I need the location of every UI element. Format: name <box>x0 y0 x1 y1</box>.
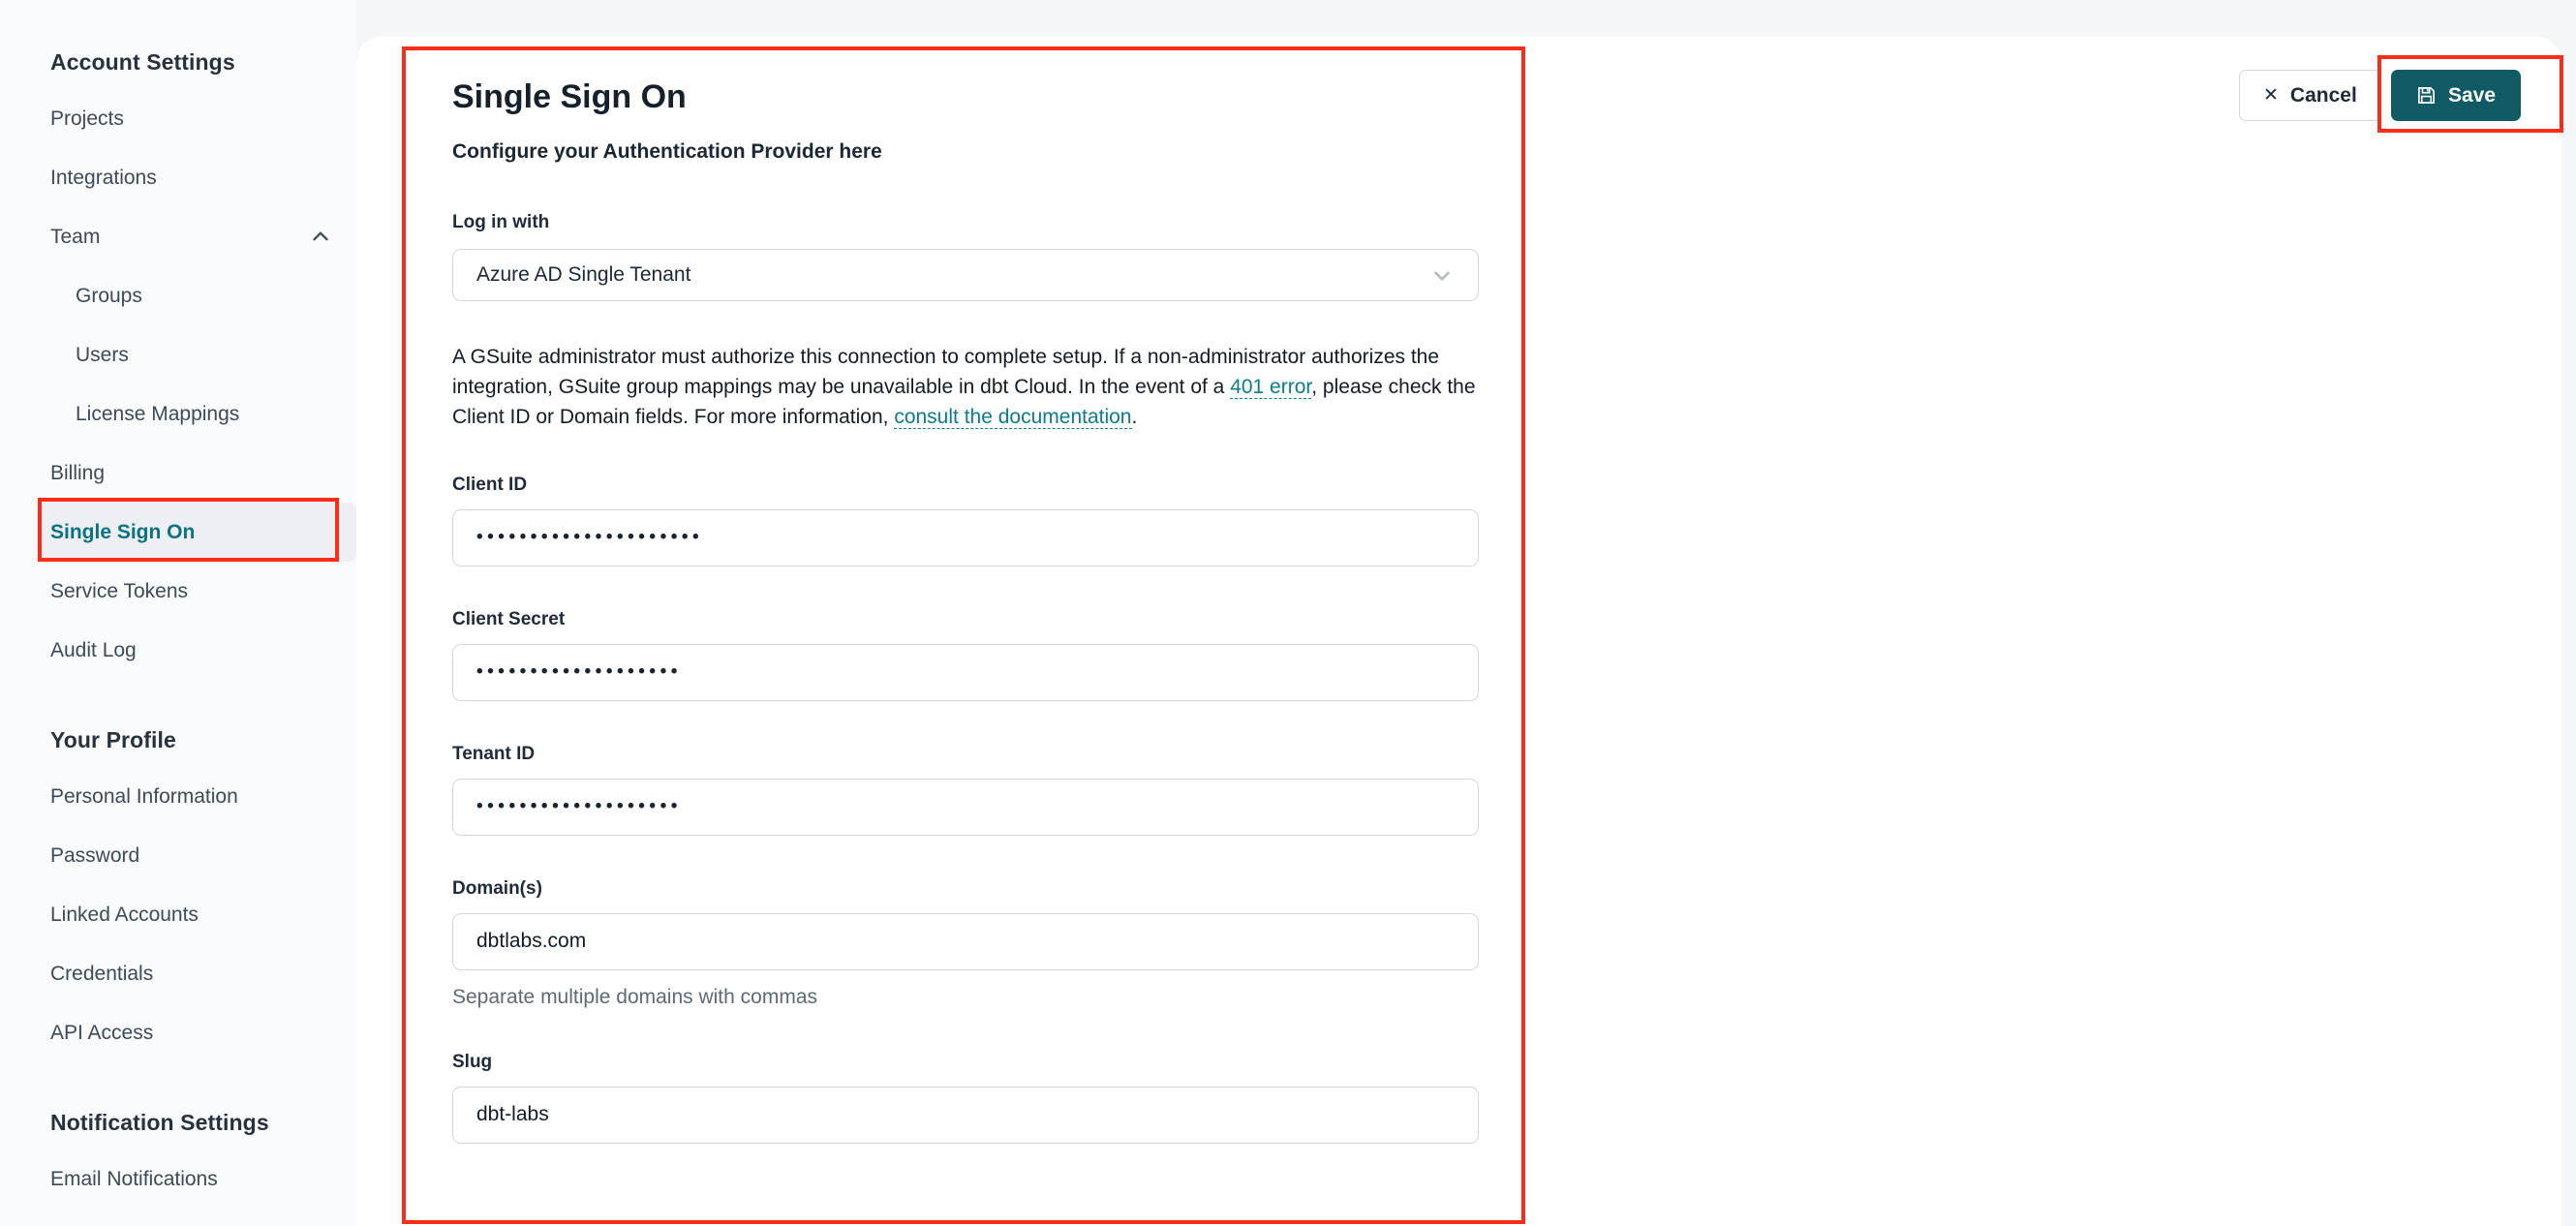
page-title: Single Sign On <box>452 78 687 115</box>
settings-sidebar: Account Settings Projects Integrations T… <box>0 0 356 1226</box>
sidebar-item-personal-information[interactable]: Personal Information <box>0 767 356 826</box>
sidebar-item-groups[interactable]: Groups <box>0 266 356 325</box>
slug-input[interactable] <box>452 1086 1479 1144</box>
client-id-input[interactable] <box>452 508 1479 567</box>
client-secret-field-group: Client Secret <box>452 609 1479 701</box>
login-with-label: Log in with <box>452 211 550 232</box>
cancel-button[interactable]: ✕ Cancel <box>2239 70 2381 121</box>
sidebar-item-users[interactable]: Users <box>0 325 356 384</box>
gsuite-description: A GSuite administrator must authorize th… <box>452 345 1476 429</box>
client-secret-input[interactable] <box>452 643 1479 701</box>
sidebar-item-integrations[interactable]: Integrations <box>0 148 356 207</box>
sidebar-item-team[interactable]: Team <box>0 207 356 266</box>
slug-label: Slug <box>452 1051 493 1072</box>
sidebar-item-email-notifications[interactable]: Email Notifications <box>0 1149 356 1209</box>
save-button[interactable]: Save <box>2391 70 2522 121</box>
save-floppy-icon <box>2416 85 2437 106</box>
sidebar-section-your-profile: Your Profile <box>50 726 176 752</box>
sso-settings-panel: Single Sign On Configure your Authentica… <box>356 37 2561 1226</box>
client-id-label: Client ID <box>452 474 528 495</box>
tenant-id-input[interactable] <box>452 778 1479 836</box>
sidebar-item-projects[interactable]: Projects <box>0 89 356 148</box>
tenant-id-field-group: Tenant ID <box>452 744 1479 836</box>
sidebar-section-account-settings: Account Settings <box>50 48 235 75</box>
sidebar-item-audit-log[interactable]: Audit Log <box>0 621 356 680</box>
sidebar-item-linked-accounts[interactable]: Linked Accounts <box>0 885 356 944</box>
client-id-field-group: Client ID <box>452 475 1479 567</box>
tenant-id-label: Tenant ID <box>452 743 536 764</box>
domains-field-group: Domain(s) Separate multiple domains with… <box>452 878 1479 1009</box>
sidebar-item-single-sign-on[interactable]: Single Sign On <box>39 503 356 562</box>
sidebar-item-license-mappings[interactable]: License Mappings <box>0 384 356 444</box>
sidebar-item-billing[interactable]: Billing <box>0 444 356 503</box>
page-subtitle: Configure your Authentication Provider h… <box>452 139 882 163</box>
auth-provider-selected-value: Azure AD Single Tenant <box>476 262 691 286</box>
sidebar-section-notification-settings: Notification Settings <box>50 1109 269 1135</box>
chevron-up-icon[interactable] <box>308 225 333 250</box>
close-icon: ✕ <box>2263 85 2279 106</box>
sso-form: Single Sign On Configure your Authentica… <box>452 77 1479 1144</box>
sidebar-item-service-tokens[interactable]: Service Tokens <box>0 562 356 621</box>
domains-label: Domain(s) <box>452 877 542 899</box>
sidebar-item-password[interactable]: Password <box>0 826 356 885</box>
sidebar-item-api-access[interactable]: API Access <box>0 1003 356 1062</box>
consult-documentation-link[interactable]: consult the documentation <box>894 405 1132 429</box>
sidebar-item-credentials[interactable]: Credentials <box>0 944 356 1003</box>
chevron-down-icon <box>1429 262 1455 288</box>
client-secret-label: Client Secret <box>452 608 566 629</box>
domains-helper-text: Separate multiple domains with commas <box>452 985 817 1008</box>
auth-provider-select[interactable]: Azure AD Single Tenant <box>452 248 1479 301</box>
slug-field-group: Slug <box>452 1052 1479 1144</box>
401-error-link[interactable]: 401 error <box>1230 375 1312 399</box>
domains-input[interactable] <box>452 912 1479 970</box>
